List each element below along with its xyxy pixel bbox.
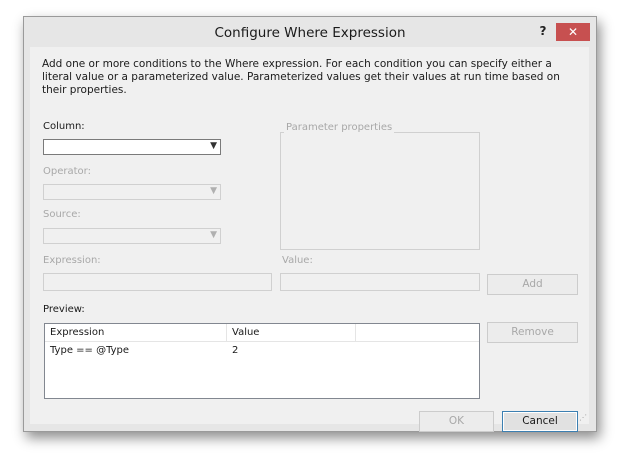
ok-button[interactable]: OK bbox=[419, 411, 494, 432]
column-header-expression[interactable]: Expression bbox=[45, 324, 227, 341]
chevron-down-icon: ▼ bbox=[210, 186, 217, 196]
row-value-cell: 2 bbox=[232, 345, 239, 356]
column-header-value[interactable]: Value bbox=[227, 324, 356, 341]
row-expression-cell: Type == @Type bbox=[50, 345, 130, 356]
configure-where-dialog: Configure Where Expression ? ✕ Add one o… bbox=[23, 16, 597, 432]
parameter-properties-label: Parameter properties bbox=[284, 122, 395, 133]
operator-label: Operator: bbox=[43, 166, 91, 177]
chevron-down-icon: ▼ bbox=[210, 230, 217, 240]
expression-input[interactable] bbox=[43, 273, 272, 291]
title-bar[interactable]: Configure Where Expression ? ✕ bbox=[24, 17, 596, 47]
source-dropdown[interactable]: ▼ bbox=[43, 228, 221, 244]
value-label: Value: bbox=[282, 255, 313, 266]
cancel-button[interactable]: Cancel bbox=[502, 411, 578, 432]
close-button[interactable]: ✕ bbox=[556, 23, 590, 41]
column-dropdown[interactable]: ▼ bbox=[43, 139, 221, 155]
help-button[interactable]: ? bbox=[532, 23, 554, 41]
value-input[interactable] bbox=[280, 273, 480, 291]
dialog-title: Configure Where Expression bbox=[214, 25, 406, 41]
operator-dropdown[interactable]: ▼ bbox=[43, 184, 221, 200]
expression-label: Expression: bbox=[43, 255, 101, 266]
chevron-down-icon: ▼ bbox=[210, 141, 217, 151]
source-label: Source: bbox=[43, 209, 81, 220]
dialog-description: Add one or more conditions to the Where … bbox=[42, 58, 560, 96]
preview-label: Preview: bbox=[43, 304, 85, 315]
remove-button[interactable]: Remove bbox=[487, 322, 578, 343]
resize-grip-icon[interactable]: ⋰ bbox=[579, 413, 587, 422]
column-label: Column: bbox=[43, 121, 85, 132]
preview-list-header: Expression Value bbox=[45, 324, 479, 342]
parameter-properties-group bbox=[280, 132, 480, 250]
preview-list[interactable]: Expression Value Type == @Type 2 bbox=[44, 323, 480, 399]
dialog-body: Add one or more conditions to the Where … bbox=[30, 47, 589, 432]
add-button[interactable]: Add bbox=[487, 274, 578, 295]
